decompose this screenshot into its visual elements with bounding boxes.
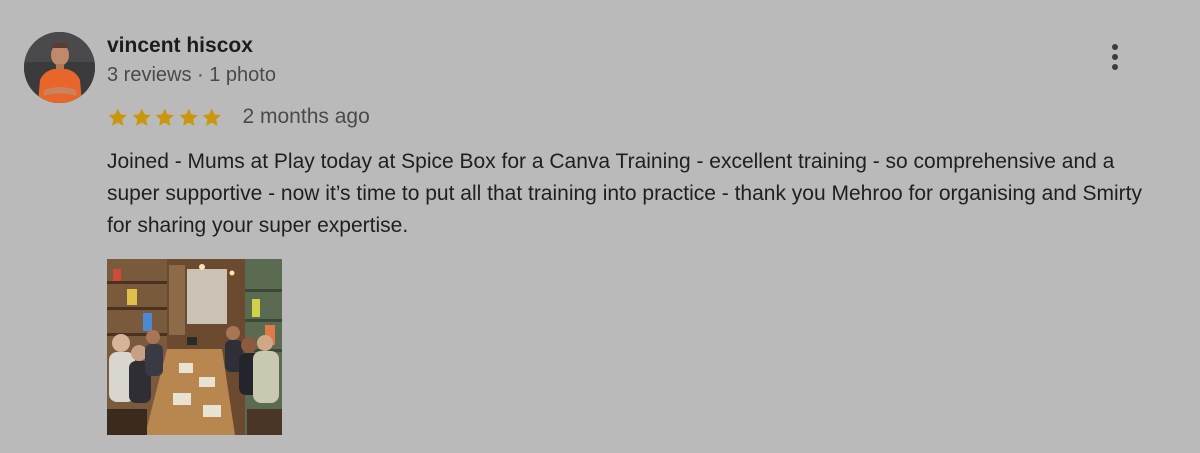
more-vertical-icon (1112, 44, 1118, 50)
review-text: Joined - Mums at Play today at Spice Box… (107, 150, 1142, 237)
more-vertical-icon (1112, 64, 1118, 70)
rating-row: 2 months ago (107, 104, 370, 130)
reviewer-meta: 3 reviews · 1 photo (107, 64, 276, 86)
avatar-image (24, 32, 95, 103)
review-photo[interactable] (107, 259, 282, 435)
reviewer-name[interactable]: vincent hiscox (107, 34, 253, 58)
star-icon (131, 107, 153, 128)
star-icon (154, 107, 176, 128)
star-icon (201, 107, 223, 128)
star-rating (107, 107, 223, 128)
more-options-button[interactable] (1096, 38, 1134, 76)
review-photo-image (107, 259, 282, 435)
review-date: 2 months ago (242, 105, 370, 128)
review-card: vincent hiscox 3 reviews · 1 photo 2 mon… (0, 0, 1200, 453)
reviewer-avatar[interactable] (24, 32, 95, 103)
more-vertical-icon (1112, 54, 1118, 60)
star-icon (178, 107, 200, 128)
star-icon (107, 107, 129, 128)
